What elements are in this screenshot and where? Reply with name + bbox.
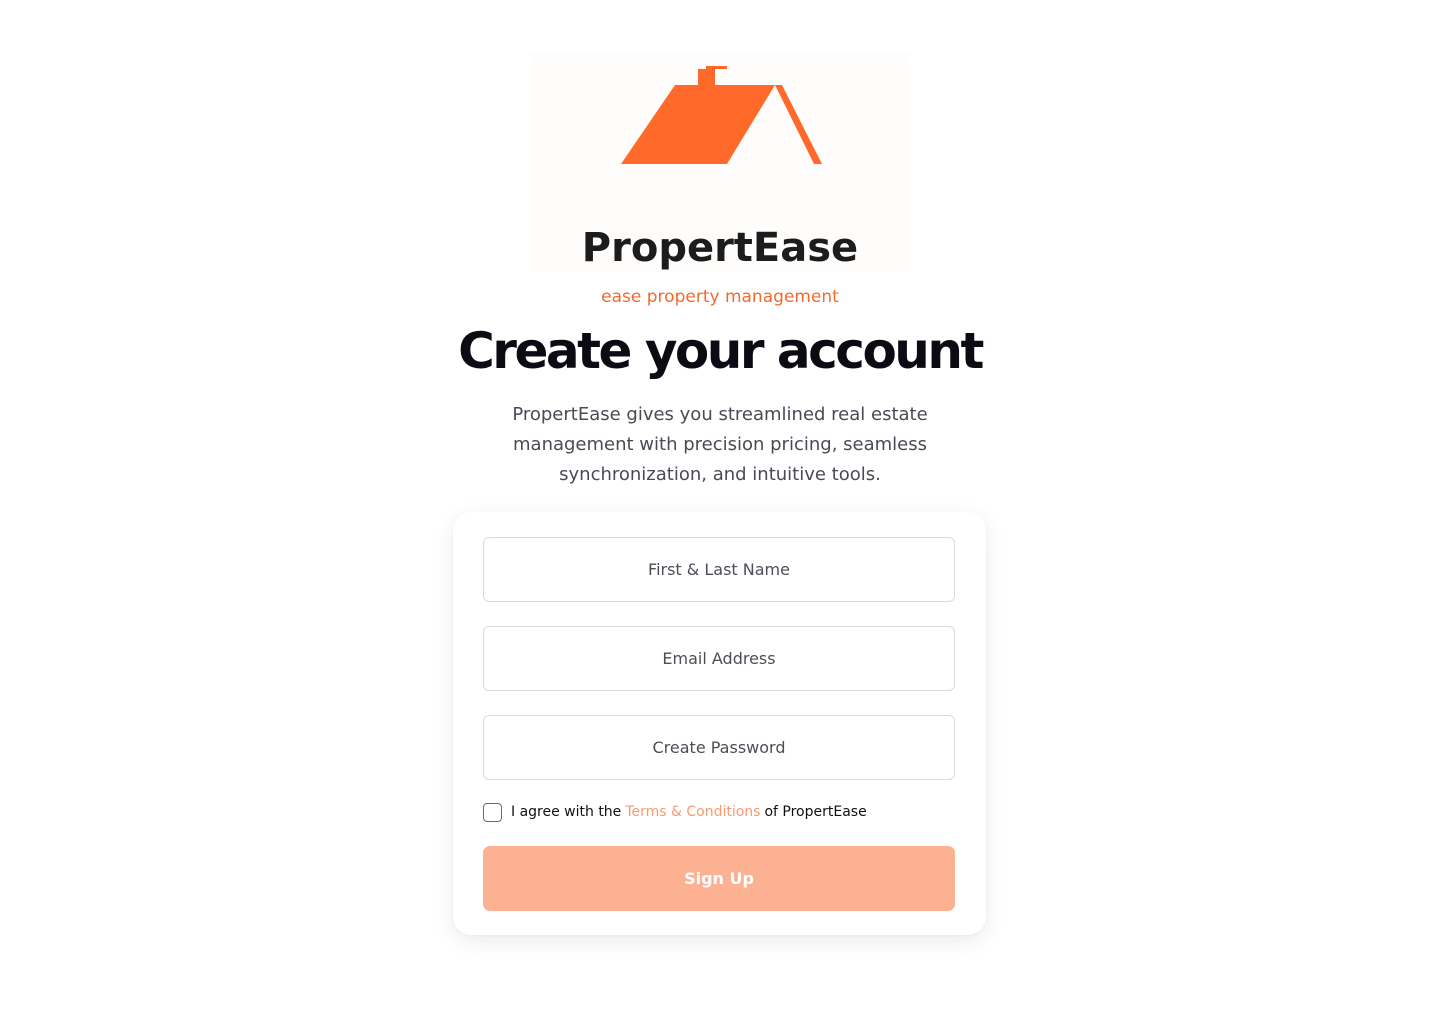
- email-field[interactable]: [483, 626, 955, 691]
- signup-card: I agree with the Terms & Conditions of P…: [453, 512, 986, 935]
- house-roof-logo-icon: [621, 66, 822, 164]
- brand-tagline: ease property management: [601, 287, 839, 307]
- terms-checkbox[interactable]: [483, 802, 502, 822]
- name-field[interactable]: [483, 537, 955, 602]
- page-title: Create your account: [458, 322, 984, 380]
- brand-logo: PropertEase ease property management: [530, 52, 910, 307]
- password-field[interactable]: [483, 715, 955, 780]
- sign-up-button[interactable]: Sign Up: [483, 846, 955, 911]
- agree-prefix-text: I agree with the: [511, 804, 622, 820]
- terms-link[interactable]: Terms & Conditions: [625, 804, 760, 820]
- terms-agreement: I agree with the Terms & Conditions of P…: [483, 802, 867, 822]
- page-subtitle: PropertEase gives you streamlined real e…: [512, 404, 928, 485]
- brand-name: PropertEase: [581, 225, 859, 271]
- agree-suffix-text: of PropertEase: [764, 804, 867, 820]
